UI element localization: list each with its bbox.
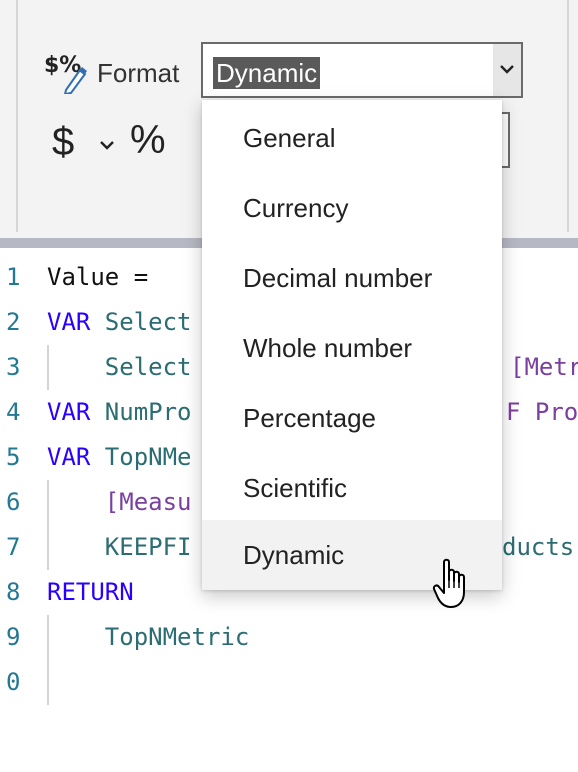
format-icon: $% xyxy=(44,53,87,94)
code-text: [Measu xyxy=(47,488,192,516)
menu-item-scientific[interactable]: Scientific xyxy=(202,453,502,523)
line-number: 9 xyxy=(6,623,21,651)
ribbon-divider-right xyxy=(567,0,569,232)
code-text: Value = xyxy=(47,263,149,291)
code-line: 9 TopNMetric xyxy=(0,615,578,660)
chevron-down-icon[interactable] xyxy=(493,44,521,96)
svg-text:$%: $% xyxy=(44,53,81,78)
line-number: 1 xyxy=(6,263,21,291)
code-fragment: Prod xyxy=(534,398,578,426)
identifier: NumPro xyxy=(90,398,192,426)
format-select-value: Dynamic xyxy=(213,57,321,89)
line-number: 2 xyxy=(6,308,21,336)
hand-cursor-icon xyxy=(432,558,465,608)
currency-button[interactable]: $ xyxy=(52,120,74,165)
menu-item-decimal-number[interactable]: Decimal number xyxy=(202,243,502,313)
menu-item-general[interactable]: General xyxy=(202,103,502,173)
code-text: VAR NumPro xyxy=(47,398,192,426)
line-number: 3 xyxy=(6,353,21,381)
code-text: ducts xyxy=(502,533,575,561)
keyword: VAR xyxy=(47,398,91,426)
line-number: 0 xyxy=(6,668,21,696)
keyword: VAR xyxy=(47,443,91,471)
menu-item-whole-number[interactable]: Whole number xyxy=(202,313,502,383)
code-text: VAR TopNMe xyxy=(47,443,192,471)
menu-item-currency[interactable]: Currency xyxy=(202,173,502,243)
code-text: Select xyxy=(47,353,192,381)
identifier: TopNMe xyxy=(90,443,192,471)
menu-item-percentage[interactable]: Percentage xyxy=(202,383,502,453)
code-fragment: F xyxy=(506,398,521,426)
chevron-down-icon[interactable] xyxy=(98,138,116,152)
percent-button[interactable]: % xyxy=(130,118,166,163)
code-text: KEEPFI xyxy=(47,533,192,561)
format-label: Format xyxy=(97,58,180,88)
format-select[interactable]: Dynamic xyxy=(201,42,523,98)
code-text: [Metr xyxy=(510,353,578,381)
keyword: VAR xyxy=(47,308,91,336)
line-number: 5 xyxy=(6,443,21,471)
format-dropdown-menu: General Currency Decimal number Whole nu… xyxy=(202,100,502,590)
line-number: 7 xyxy=(6,533,21,561)
ribbon-divider-left xyxy=(16,0,18,232)
line-number: 4 xyxy=(6,398,21,426)
code-text: TopNMetric xyxy=(47,623,250,651)
identifier: Select xyxy=(90,308,192,336)
line-number: 6 xyxy=(6,488,21,516)
keyword: RETURN xyxy=(47,578,134,606)
code-text: VAR Select xyxy=(47,308,192,336)
code-text: F Prod xyxy=(506,398,578,426)
line-number: 8 xyxy=(6,578,21,606)
